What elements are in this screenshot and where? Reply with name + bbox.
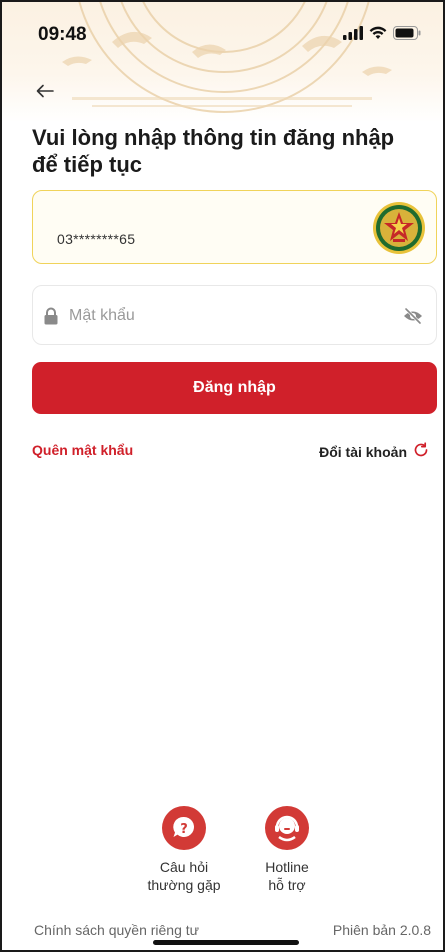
app-version: Phiên bản 2.0.8 <box>332 922 431 938</box>
arrow-left-icon <box>36 84 54 103</box>
refresh-icon <box>413 442 429 461</box>
lock-icon <box>43 307 59 325</box>
hotline-button[interactable]: Hotline hỗ trợ <box>245 806 329 894</box>
privacy-policy-link[interactable]: Chính sách quyền riêng tư <box>34 922 199 938</box>
faq-label: Câu hỏi thường gặp <box>147 859 221 893</box>
signal-icon <box>343 26 363 45</box>
faq-icon: ? <box>162 806 206 850</box>
phone-number-field[interactable]: 03********65 <box>32 190 437 264</box>
phone-number-value: 03********65 <box>57 231 136 247</box>
police-emblem-logo <box>372 201 426 255</box>
app-screen: 09:48 Vui lòng nhập thông tin đăng nhập … <box>0 0 445 952</box>
login-button[interactable]: Đăng nhập <box>32 362 437 414</box>
hotline-label: Hotline hỗ trợ <box>265 859 309 893</box>
status-bar: 09:48 <box>2 2 443 66</box>
status-time: 09:48 <box>38 24 87 45</box>
battery-icon <box>393 26 421 45</box>
hotline-agent-icon <box>265 806 309 850</box>
forgot-password-link[interactable]: Quên mật khẩu <box>32 442 133 458</box>
password-field[interactable] <box>32 285 437 345</box>
wifi-icon <box>369 26 387 45</box>
home-indicator <box>153 940 299 945</box>
password-input[interactable] <box>69 303 389 329</box>
svg-text:?: ? <box>180 822 188 837</box>
switch-account-button[interactable]: Đổi tài khoản <box>319 442 429 461</box>
page-title: Vui lòng nhập thông tin đăng nhập để tiế… <box>32 125 395 177</box>
status-icons <box>343 26 421 45</box>
eye-off-icon[interactable] <box>402 305 424 327</box>
faq-button[interactable]: ? Câu hỏi thường gặp <box>142 806 226 894</box>
switch-account-label: Đổi tài khoản <box>319 443 407 460</box>
back-button[interactable] <box>30 78 60 108</box>
